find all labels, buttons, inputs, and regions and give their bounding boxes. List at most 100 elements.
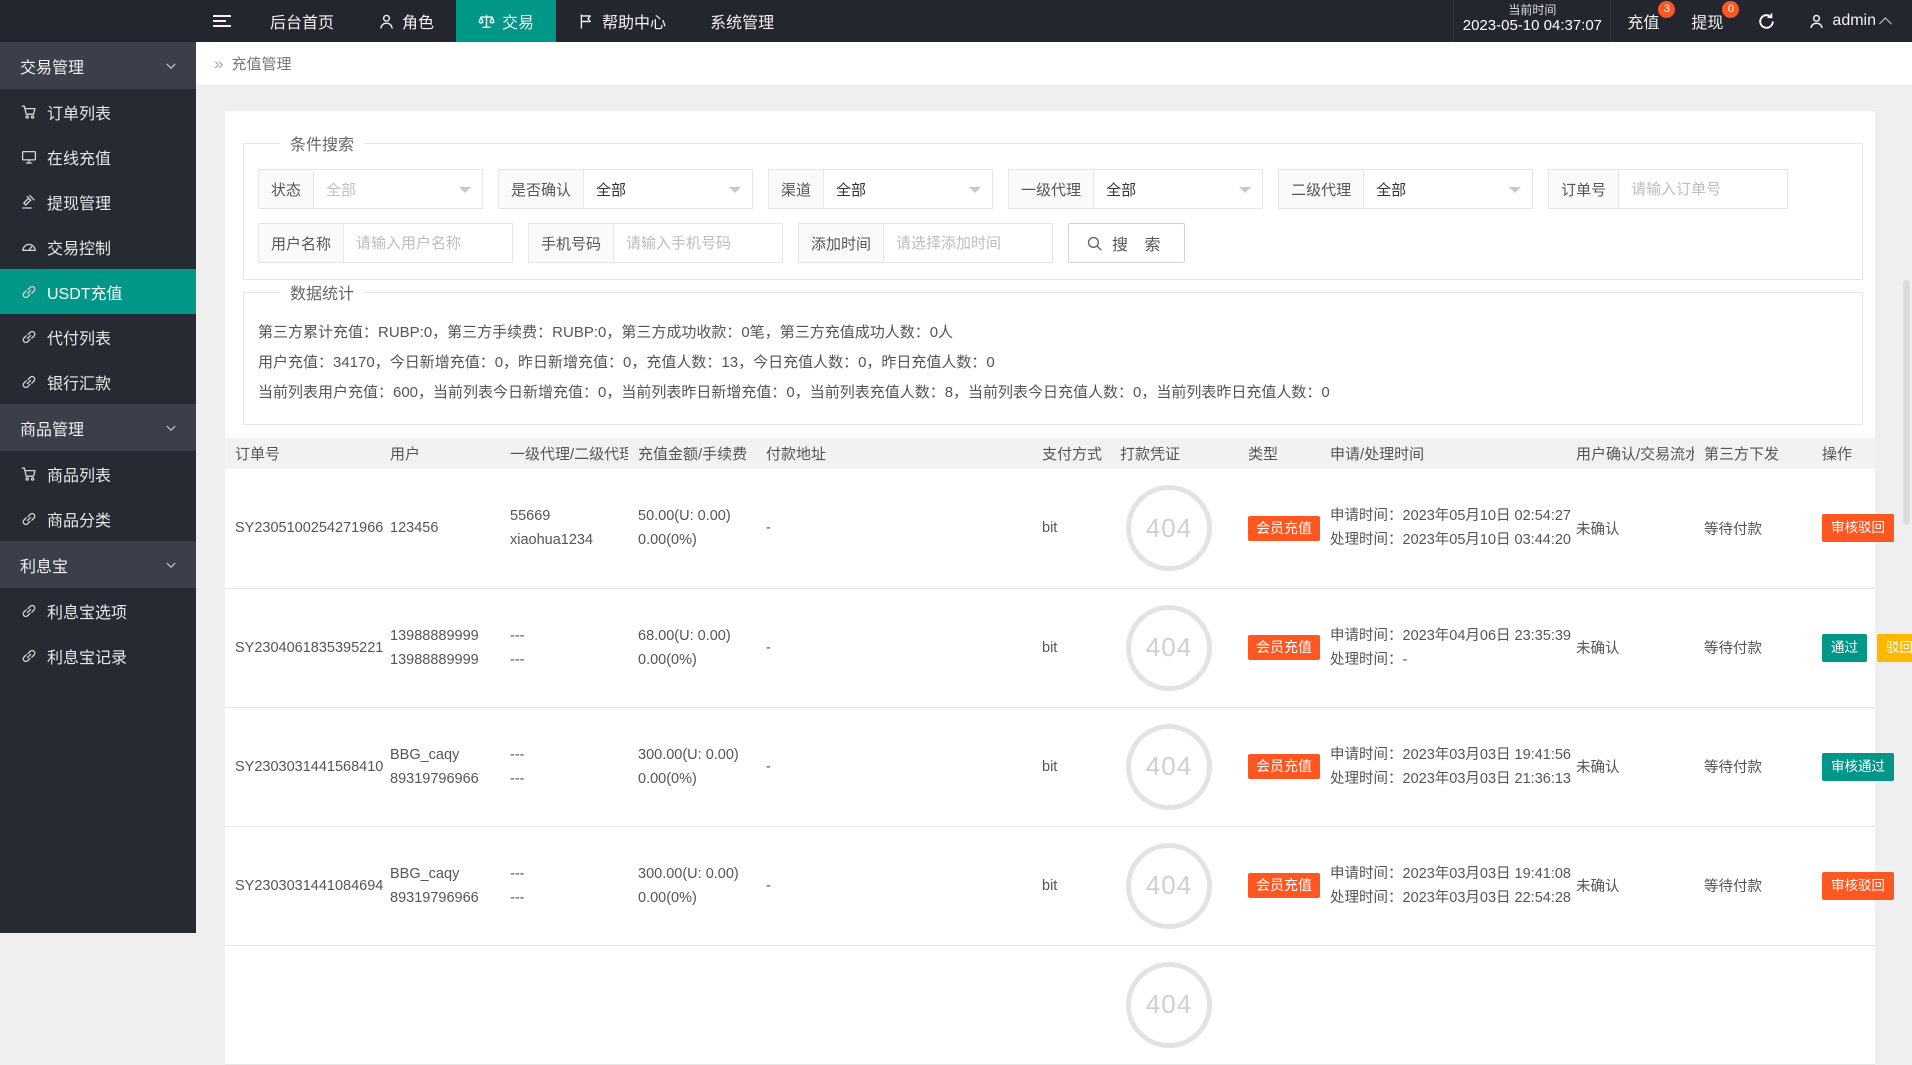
col-header: 订单号 (225, 438, 380, 469)
search-row-2: 用户名称手机号码添加时间搜 索 (258, 223, 1848, 263)
third-party-cell: 等待付款 (1694, 826, 1812, 945)
sidebar-group-lixibao[interactable]: 利息宝 (0, 541, 196, 588)
nav-item-label: 帮助中心 (602, 9, 666, 33)
sidebar-item-lixibao-options[interactable]: 利息宝选项 (0, 588, 196, 633)
sidebar-item-goods-category[interactable]: 商品分类 (0, 496, 196, 541)
user-cell: 1398888999913988889999 (380, 588, 500, 707)
search-button-label: 搜 索 (1112, 231, 1166, 255)
actions-cell: 审核通过 (1812, 707, 1875, 826)
col-header: 打款凭证 (1110, 438, 1238, 469)
sidebar-item-goods-list[interactable]: 商品列表 (0, 451, 196, 496)
sidebar-item-order-list[interactable]: 订单列表 (0, 89, 196, 134)
sidebar-group-label: 交易管理 (20, 54, 84, 78)
select-value: 全部 (326, 179, 356, 200)
breadcrumb: 充值管理 (231, 53, 291, 74)
payment-proof-404-placeholder: 404 (1126, 605, 1212, 691)
time-cell: 申请时间：2023年03月03日 19:41:08处理时间：2023年03月03… (1320, 826, 1566, 945)
sidebar: 交易管理订单列表在线充值提现管理交易控制USDT充值代付列表银行汇款商品管理商品… (0, 42, 196, 933)
action-button-审核驳回[interactable]: 审核驳回 (1822, 514, 1894, 542)
col-header: 支付方式 (1032, 438, 1110, 469)
order-no-input-wrap (1619, 170, 1787, 208)
cell (1320, 945, 1566, 1064)
cell-lines: ------ (510, 743, 618, 791)
sidebar-item-payout-list[interactable]: 代付列表 (0, 314, 196, 359)
breadcrumb-bar: » 充值管理 (196, 42, 1912, 86)
cell-lines: 68.00(U: 0.00)0.00(0%) (638, 624, 746, 672)
order-no-cell: SY2303031441084694 (225, 826, 380, 945)
table-row: SY2303031441084694BBG_caqy89319796966---… (225, 826, 1875, 945)
nav-item-home[interactable]: 后台首页 (248, 0, 356, 42)
pay-method-cell: bit (1032, 826, 1110, 945)
page-card: 条件搜索 状态全部是否确认全部渠道全部一级代理全部二级代理全部订单号 用户名称手… (225, 111, 1875, 1065)
sidebar-item-trade-control[interactable]: 交易控制 (0, 224, 196, 269)
confirm-select-group: 是否确认全部 (498, 169, 753, 209)
nav-item-trade[interactable]: 交易 (456, 0, 556, 42)
sidebar-group-trade[interactable]: 交易管理 (0, 42, 196, 89)
recharge-shortcut[interactable]: 充值 3 (1611, 0, 1675, 42)
nav-item-help[interactable]: 帮助中心 (556, 0, 688, 42)
status-select[interactable]: 全部 (314, 170, 482, 208)
agent-cell: ------ (500, 707, 628, 826)
cell-lines: 300.00(U: 0.00)0.00(0%) (638, 862, 746, 910)
phone-input-wrap (614, 224, 782, 262)
cell-lines: 申请时间：2023年03月03日 19:41:56处理时间：2023年03月03… (1330, 743, 1556, 791)
withdraw-shortcut-label: 提现 (1691, 9, 1723, 33)
action-button-通过[interactable]: 通过 (1822, 634, 1867, 662)
confirm-cell: 未确认 (1566, 469, 1694, 588)
col-header: 充值金额/手续费 (628, 438, 756, 469)
phone-input-label: 手机号码 (529, 224, 614, 262)
username-input[interactable] (344, 224, 512, 262)
agent1-select[interactable]: 全部 (1094, 170, 1262, 208)
cell-lines: 申请时间：2023年04月06日 23:35:39处理时间：- (1330, 624, 1556, 672)
vertical-scrollbar[interactable] (1903, 280, 1910, 525)
agent2-select[interactable]: 全部 (1364, 170, 1532, 208)
col-header: 申请/处理时间 (1320, 438, 1566, 469)
topbar-logo-area (0, 0, 196, 42)
confirm-select-label: 是否确认 (499, 170, 584, 208)
nav-item-label: 系统管理 (710, 9, 774, 33)
search-button[interactable]: 搜 索 (1068, 223, 1184, 263)
channel-select-label: 渠道 (769, 170, 824, 208)
cart-icon (21, 104, 37, 120)
sidebar-item-usdt-topup[interactable]: USDT充值 (0, 269, 196, 314)
confirm-select[interactable]: 全部 (584, 170, 752, 208)
refresh-icon (1757, 12, 1776, 31)
channel-select[interactable]: 全部 (824, 170, 992, 208)
nav-item-role[interactable]: 角色 (356, 0, 456, 42)
third-party-cell: 等待付款 (1694, 588, 1812, 707)
recharge-table-wrap: 订单号用户一级代理/二级代理充值金额/手续费付款地址支付方式打款凭证类型申请/处… (225, 438, 1875, 1065)
sidebar-item-online-topup[interactable]: 在线充值 (0, 134, 196, 179)
sidebar-group-label: 商品管理 (20, 416, 84, 440)
sidebar-item-bank-transfer[interactable]: 银行汇款 (0, 359, 196, 404)
proof-cell: 404 (1110, 469, 1238, 588)
menu-collapse-icon[interactable] (196, 0, 248, 42)
flag-icon (578, 13, 595, 30)
action-button-审核通过[interactable]: 审核通过 (1822, 753, 1894, 781)
stats-line-1: 第三方累计充值：RUBP:0，第三方手续费：RUBP:0，第三方成功收款：0笔，… (258, 318, 1848, 348)
breadcrumb-icon: » (214, 54, 223, 74)
withdraw-shortcut[interactable]: 提现 0 (1675, 0, 1739, 42)
order-no-input[interactable] (1619, 170, 1787, 208)
cell (1812, 945, 1875, 1064)
nav-item-system[interactable]: 系统管理 (688, 0, 796, 42)
cell-lines: 123456 (390, 516, 490, 540)
chevron-down-icon (164, 558, 178, 572)
sidebar-group-goods[interactable]: 商品管理 (0, 404, 196, 451)
action-button-审核驳回[interactable]: 审核驳回 (1822, 872, 1894, 900)
current-time-panel: 当前时间 2023-05-10 04:37:07 (1453, 0, 1611, 42)
username-input-group: 用户名称 (258, 223, 513, 263)
user-menu[interactable]: admin (1794, 0, 1912, 42)
current-time-value: 2023-05-10 04:37:07 (1463, 17, 1602, 35)
type-cell: 会员充值 (1238, 588, 1320, 707)
action-button-驳回[interactable]: 驳回 (1877, 634, 1912, 662)
time-cell: 申请时间：2023年03月03日 19:41:56处理时间：2023年03月03… (1320, 707, 1566, 826)
cell (380, 945, 500, 1064)
sidebar-item-withdraw-mgmt[interactable]: 提现管理 (0, 179, 196, 224)
add-time-input[interactable] (884, 224, 1052, 262)
phone-input[interactable] (614, 224, 782, 262)
col-header: 操作 (1812, 438, 1875, 469)
refresh-button[interactable] (1739, 0, 1794, 42)
col-header: 付款地址 (756, 438, 1032, 469)
sidebar-item-lixibao-records[interactable]: 利息宝记录 (0, 633, 196, 678)
sidebar-item-label: 商品分类 (47, 507, 111, 531)
